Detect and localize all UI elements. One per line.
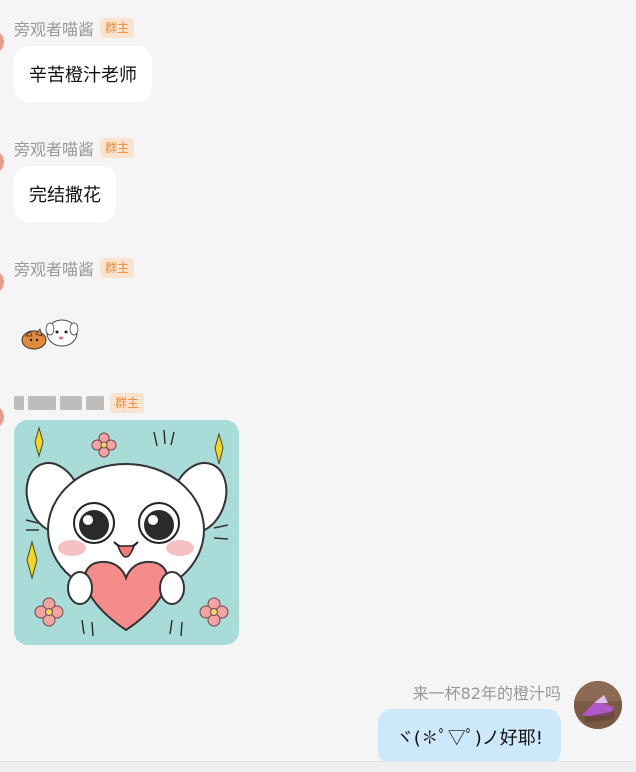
- sender-avatar[interactable]: [0, 405, 4, 429]
- message-text: 辛苦橙汁老师: [29, 65, 137, 86]
- message-header: 旁观者喵酱 群主: [14, 136, 135, 160]
- puppy-heart-illustration: [14, 420, 239, 645]
- message-header: 群主: [14, 392, 145, 414]
- sender-avatar[interactable]: [0, 30, 4, 54]
- owner-badge: 群主: [100, 258, 135, 278]
- self-name[interactable]: 来一杯82年的橙汁吗: [413, 680, 561, 704]
- outgoing-message-bubble[interactable]: ヾ(✽ﾟ▽ﾟ)ノ好耶!: [377, 709, 561, 765]
- sender-name-redacted[interactable]: [14, 395, 104, 411]
- input-area-edge: [0, 761, 636, 772]
- sender-name[interactable]: 旁观者喵酱: [14, 16, 94, 40]
- message-bubble[interactable]: 完结撒花: [14, 166, 116, 222]
- sender-name[interactable]: 旁观者喵酱: [14, 136, 94, 160]
- cat-dog-sticker[interactable]: [18, 315, 82, 355]
- owner-badge: 群主: [100, 18, 135, 38]
- self-avatar[interactable]: [574, 681, 622, 729]
- owner-badge: 群主: [110, 393, 145, 413]
- sender-avatar[interactable]: [0, 150, 4, 174]
- message-text: ヾ(✽ﾟ▽ﾟ)ノ好耶!: [395, 728, 543, 749]
- avatar-image: [574, 681, 622, 729]
- sender-avatar[interactable]: [0, 270, 4, 294]
- sender-name[interactable]: 旁观者喵酱: [14, 256, 94, 280]
- puppy-heart-sticker[interactable]: [14, 420, 239, 645]
- message-header: 旁观者喵酱 群主: [14, 256, 135, 280]
- owner-badge: 群主: [100, 138, 135, 158]
- message-text: 完结撒花: [29, 185, 101, 206]
- message-bubble[interactable]: 辛苦橙汁老师: [14, 46, 152, 102]
- message-header: 旁观者喵酱 群主: [14, 16, 135, 40]
